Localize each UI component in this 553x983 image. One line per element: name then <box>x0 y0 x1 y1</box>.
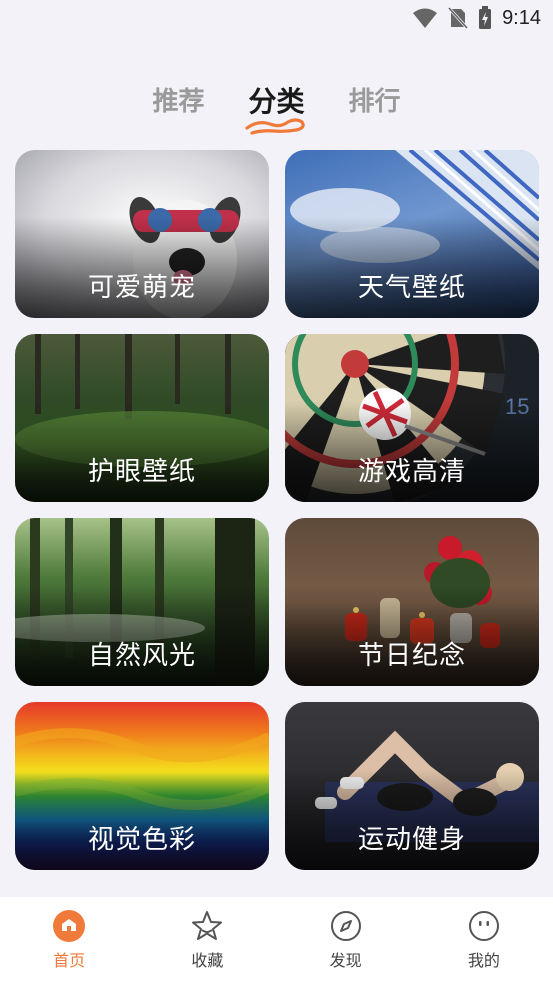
category-card-nature[interactable]: 自然风光 <box>15 518 269 686</box>
nav-label: 收藏 <box>191 951 224 970</box>
category-card-fitness[interactable]: 运动健身 <box>285 702 539 870</box>
tab-recommend[interactable]: 推荐 <box>152 82 204 126</box>
battery-charging-icon <box>479 6 492 29</box>
top-tabs: 推荐 分类 排行 <box>0 82 553 135</box>
category-label: 天气壁纸 <box>357 273 466 303</box>
wifi-icon <box>413 8 438 28</box>
star-icon <box>192 911 223 940</box>
category-label: 护眼壁纸 <box>87 457 196 487</box>
category-label: 节日纪念 <box>357 641 466 671</box>
tab-label: 排行 <box>348 87 401 117</box>
nav-home[interactable]: 首页 <box>0 897 138 983</box>
category-label: 运动健身 <box>357 825 466 855</box>
tab-label: 推荐 <box>152 87 205 117</box>
nav-profile[interactable]: 我的 <box>415 897 553 983</box>
category-card-holiday[interactable]: 节日纪念 <box>285 518 539 686</box>
category-label: 游戏高清 <box>357 457 466 487</box>
status-bar: 9:14 <box>0 0 553 38</box>
category-card-colors[interactable]: 视觉色彩 <box>15 702 269 870</box>
category-label: 可爱萌宠 <box>87 273 196 303</box>
tab-category[interactable]: 分类 <box>245 82 306 135</box>
nav-discover[interactable]: 发现 <box>277 897 415 983</box>
tab-ranking[interactable]: 排行 <box>349 82 401 126</box>
category-card-pets[interactable]: 可爱萌宠 <box>15 150 269 318</box>
status-icons: 9:14 <box>412 6 541 30</box>
category-grid: 可爱萌宠 天气壁纸 护眼壁纸 游戏高清 自然风光 节日纪念 视觉色彩 运动健身 <box>15 150 539 870</box>
face-icon <box>468 911 499 941</box>
category-label: 视觉色彩 <box>87 825 196 855</box>
status-time: 9:14 <box>502 6 541 29</box>
bottom-nav: 首页 收藏 发现 我的 <box>0 897 553 983</box>
category-card-eye-care[interactable]: 护眼壁纸 <box>15 334 269 502</box>
no-sim-icon <box>448 6 469 30</box>
nav-label: 首页 <box>53 951 86 970</box>
category-label: 自然风光 <box>87 641 196 671</box>
home-icon <box>53 910 86 942</box>
active-tab-underline <box>245 118 306 135</box>
category-card-games[interactable]: 15 游戏高清 <box>285 334 539 502</box>
nav-favorites[interactable]: 收藏 <box>138 897 276 983</box>
nav-label: 我的 <box>467 951 500 970</box>
compass-icon <box>330 911 361 941</box>
nav-label: 发现 <box>329 951 362 970</box>
category-card-weather[interactable]: 天气壁纸 <box>285 150 539 318</box>
